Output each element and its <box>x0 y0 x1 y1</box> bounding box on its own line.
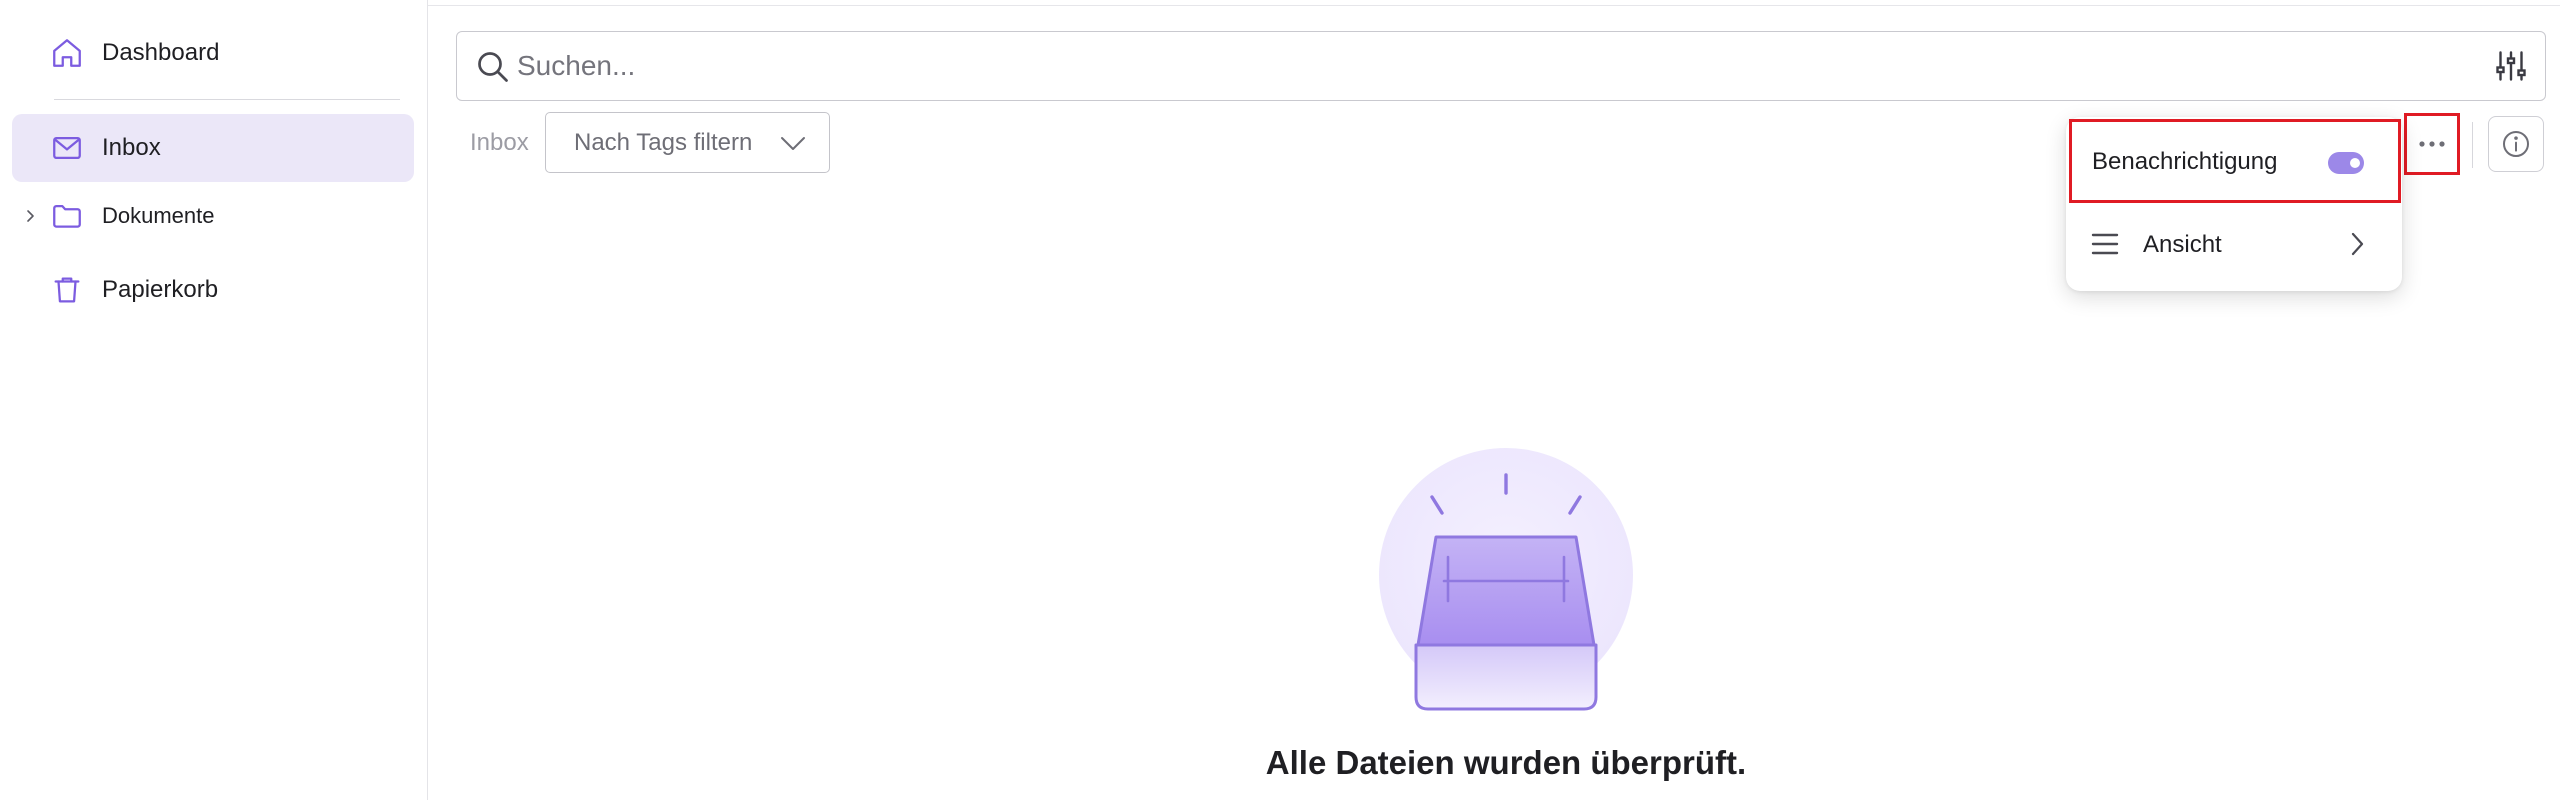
menu-item-notifications[interactable]: Benachrichtigung <box>2069 119 2401 203</box>
sidebar-item-dokumente[interactable]: Dokumente <box>12 182 414 250</box>
sidebar-item-label: Papierkorb <box>102 276 219 303</box>
search-bar <box>456 31 2546 101</box>
sidebar: Dashboard Inbox Dokumente Papierkorb <box>0 0 428 800</box>
breadcrumb: Inbox <box>470 129 529 156</box>
empty-state-title: Alle Dateien wurden überprüft. <box>1265 744 1747 781</box>
sidebar-item-label: Dashboard <box>102 39 220 66</box>
menu-item-label: Ansicht <box>2143 231 2222 258</box>
sidebar-item-dashboard[interactable]: Dashboard <box>12 19 414 87</box>
info-button[interactable] <box>2488 116 2544 172</box>
notification-toggle[interactable] <box>2328 152 2364 174</box>
toggle-knob <box>2350 158 2360 168</box>
search-icon <box>478 52 508 82</box>
mail-icon <box>53 136 81 160</box>
sidebar-item-papierkorb[interactable]: Papierkorb <box>12 256 414 324</box>
list-icon <box>2091 233 2119 255</box>
more-options-button[interactable] <box>2404 113 2460 175</box>
chevron-right-icon[interactable] <box>22 208 38 224</box>
info-icon <box>2503 131 2529 157</box>
sidebar-item-inbox[interactable]: Inbox <box>12 114 414 182</box>
tag-filter-label: Nach Tags filtern <box>574 128 753 156</box>
sidebar-item-label: Inbox <box>102 134 161 161</box>
folder-icon <box>53 204 81 228</box>
search-input[interactable] <box>517 44 2417 88</box>
home-icon <box>53 39 81 67</box>
menu-item-label: Benachrichtigung <box>2092 148 2278 175</box>
menu-item-view[interactable]: Ansicht <box>2069 207 2401 283</box>
toolbar-divider <box>2472 122 2473 168</box>
sidebar-item-label: Dokumente <box>102 203 215 228</box>
chevron-down-icon <box>781 137 805 150</box>
filter-sliders-icon[interactable] <box>2493 48 2529 84</box>
empty-inbox-illustration <box>1379 448 1633 711</box>
chevron-right-icon <box>2351 232 2364 256</box>
tag-filter-dropdown[interactable]: Nach Tags filtern <box>545 112 830 173</box>
options-menu: Benachrichtigung Ansicht <box>2066 117 2402 291</box>
trash-icon <box>54 277 80 303</box>
more-horizontal-icon <box>2419 141 2445 147</box>
sidebar-divider <box>54 99 400 100</box>
